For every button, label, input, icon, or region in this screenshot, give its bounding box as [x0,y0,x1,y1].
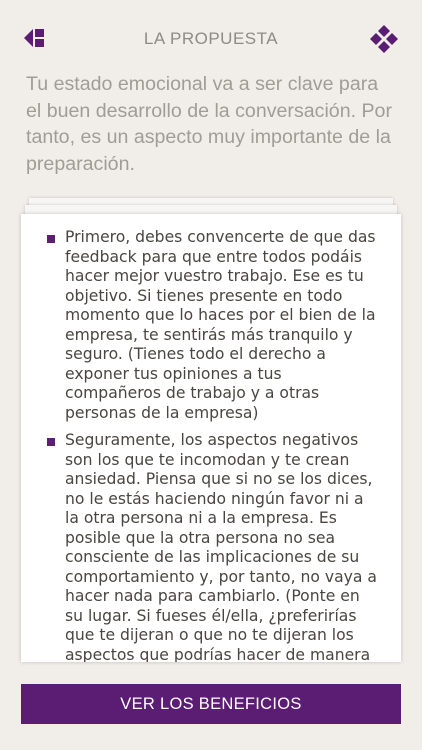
page-title: LA PROPUESTA [143,29,279,48]
list-item-text: Primero, debes convencerte de que das fe… [65,228,376,422]
see-benefits-button[interactable]: VER LOS BENEFICIOS [21,684,401,724]
list-item-text: Seguramente, los aspectos negativos son … [65,431,377,662]
header-bar: LA PROPUESTA [0,0,422,78]
four-diamonds-icon[interactable] [369,24,399,54]
list-item: Seguramente, los aspectos negativos son … [47,431,379,662]
intro-text: Tu estado emocional va a ser clave para … [26,73,392,175]
square-bullet-icon [47,235,55,243]
bullet-list: Primero, debes convencerte de que das fe… [21,214,401,662]
list-item: Primero, debes convencerte de que das fe… [47,228,379,423]
square-bullet-icon [47,438,55,446]
content-card[interactable]: Primero, debes convencerte de que das fe… [21,214,401,662]
